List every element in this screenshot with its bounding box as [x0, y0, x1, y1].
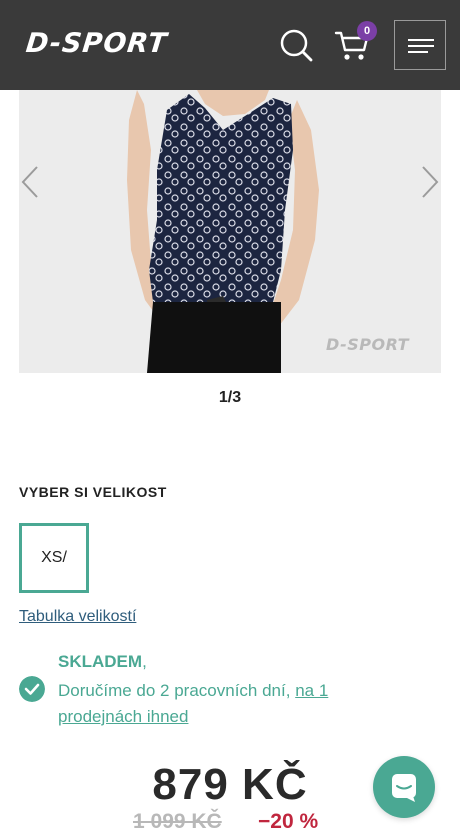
product-image[interactable] — [19, 90, 441, 373]
size-option-xs[interactable]: XS/ — [19, 523, 89, 593]
hamburger-bar — [408, 51, 428, 53]
chevron-left-icon[interactable] — [20, 165, 40, 199]
chat-button[interactable] — [373, 756, 435, 818]
site-header: D-SPORT 0 — [0, 0, 460, 90]
image-watermark: D-SPORT — [326, 335, 410, 354]
old-price: 1 099 KČ — [133, 810, 222, 833]
delivery-info: Doručíme do 2 pracovních dní, na 1 prode… — [58, 678, 388, 730]
stock-status-label: SKLADEM — [58, 652, 143, 671]
menu-button[interactable] — [394, 20, 446, 70]
site-logo[interactable]: D-SPORT — [24, 28, 169, 59]
chevron-right-icon[interactable] — [420, 165, 440, 199]
search-icon[interactable] — [279, 28, 313, 62]
hamburger-bar — [408, 45, 434, 47]
delivery-text: Doručíme do 2 pracovních dní, — [58, 681, 291, 700]
check-circle-icon — [19, 676, 45, 702]
chat-icon — [392, 774, 416, 802]
hamburger-menu-icon — [408, 39, 434, 41]
product-photo — [19, 90, 441, 373]
stock-status-comma: , — [142, 652, 147, 671]
cart-count-badge: 0 — [357, 21, 377, 41]
gallery-counter: 1/3 — [218, 389, 242, 406]
size-heading: VYBER SI VELIKOST — [19, 484, 167, 500]
discount-badge: −20 % — [258, 810, 319, 833]
size-table-link[interactable]: Tabulka velikostí — [19, 608, 136, 626]
stock-status: SKLADEM, — [58, 652, 147, 672]
